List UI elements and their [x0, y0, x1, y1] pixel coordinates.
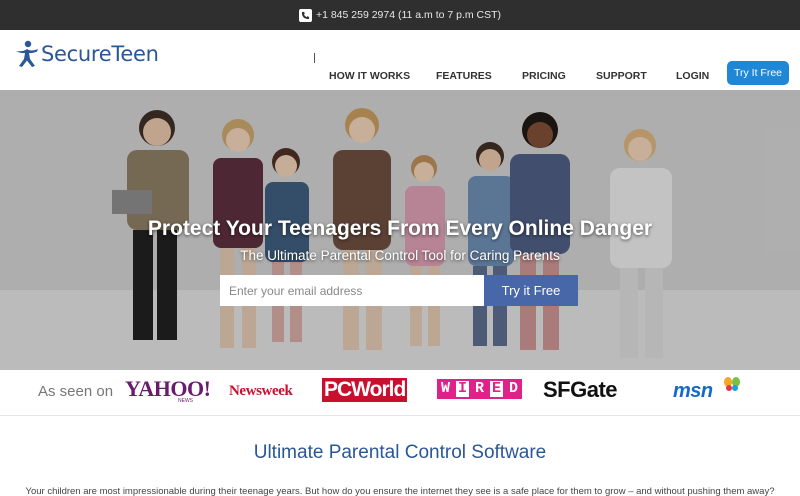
nav-how-it-works[interactable]: HOW IT WORKS	[329, 70, 410, 82]
email-input[interactable]	[220, 275, 484, 306]
sfgate-logo: SFGate	[543, 377, 618, 402]
wired-letter: I	[454, 379, 471, 399]
wired-letter: R	[471, 379, 488, 399]
nav-login[interactable]: LOGIN	[676, 70, 709, 82]
msn-butterfly-icon	[724, 377, 740, 391]
wired-letter: W	[437, 379, 454, 399]
logo-text: SecureTeen	[41, 42, 159, 66]
try-it-free-header-button[interactable]: Try It Free	[727, 61, 789, 85]
newsweek-logo: Newsweek	[229, 383, 293, 399]
hero-title: Protect Your Teenagers From Every Online…	[147, 217, 653, 240]
section-title: Ultimate Parental Control Software	[253, 442, 547, 463]
hero-subtitle: The Ultimate Parental Control Tool for C…	[240, 248, 560, 263]
wired-letter: D	[505, 379, 522, 399]
try-it-free-hero-button[interactable]: Try it Free	[484, 275, 578, 306]
wired-letter: E	[488, 379, 505, 399]
header-divider	[314, 53, 315, 63]
wired-logo: WIRED	[437, 379, 522, 399]
msn-logo: msn	[673, 380, 713, 402]
top-contact-bar: +1 845 259 2974 (11 a.m to 7 p.m CST)	[0, 0, 800, 30]
nav-support[interactable]: SUPPORT	[596, 70, 647, 82]
logo-figure-icon	[16, 40, 38, 67]
site-header: SecureTeen HOW IT WORKS FEATURES PRICING…	[0, 30, 800, 90]
nav-features[interactable]: FEATURES	[436, 70, 492, 82]
nav-pricing[interactable]: PRICING	[522, 70, 566, 82]
hero-section: Protect Your Teenagers From Every Online…	[0, 90, 800, 370]
logo[interactable]: SecureTeen	[14, 39, 159, 69]
phone-icon	[298, 8, 312, 22]
as-seen-on-bar: As seen on YAHOO! NEWS Newsweek PCWorld …	[0, 370, 800, 416]
yahoo-news-sublabel: NEWS	[178, 398, 193, 404]
as-seen-on-label: As seen on	[38, 383, 114, 400]
phone-number-text[interactable]: +1 845 259 2974 (11 a.m to 7 p.m CST)	[316, 9, 501, 21]
section-text: Your children are most impressionable du…	[25, 486, 775, 496]
pcworld-logo: PCWorld	[322, 378, 408, 402]
yahoo-logo: YAHOO!	[125, 376, 211, 401]
